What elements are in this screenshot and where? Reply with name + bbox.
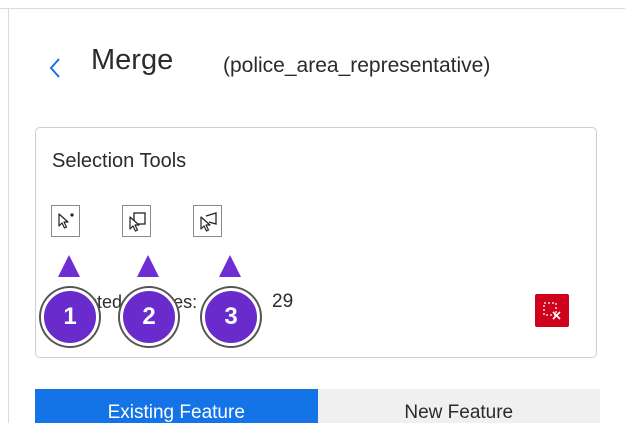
tab-new-feature[interactable]: New Feature <box>317 389 600 423</box>
callout-pointer <box>219 255 241 277</box>
select-rectangle-button[interactable] <box>122 205 151 237</box>
callout-1: 1 <box>41 255 99 352</box>
callout-badge: 3 <box>202 288 260 346</box>
callout-pointer <box>137 255 159 277</box>
callout-pointer <box>58 255 80 277</box>
selection-tools-title: Selection Tools <box>52 150 187 172</box>
select-rectangle-icon <box>128 212 146 232</box>
panel-top-border <box>0 8 625 9</box>
layer-name: (police_area_representative) <box>223 54 491 77</box>
chevron-left-icon <box>49 58 60 78</box>
selected-features-count: 29 <box>272 291 294 312</box>
clear-selection-icon <box>543 301 561 320</box>
feature-tabs: Existing Feature New Feature <box>35 389 600 423</box>
clear-selection-button[interactable] <box>535 294 569 327</box>
select-lasso-icon <box>199 212 217 232</box>
back-button[interactable] <box>40 50 70 86</box>
select-point-button[interactable] <box>51 205 80 237</box>
select-lasso-button[interactable] <box>193 205 222 237</box>
callout-badge: 2 <box>120 288 178 346</box>
callout-2: 2 <box>120 255 178 352</box>
page-title: Merge <box>91 44 174 76</box>
panel-left-border <box>8 8 9 423</box>
select-point-icon <box>57 213 74 229</box>
callout-badge: 1 <box>41 288 99 346</box>
callout-3: 3 <box>202 255 260 352</box>
tab-existing-feature[interactable]: Existing Feature <box>35 389 318 423</box>
